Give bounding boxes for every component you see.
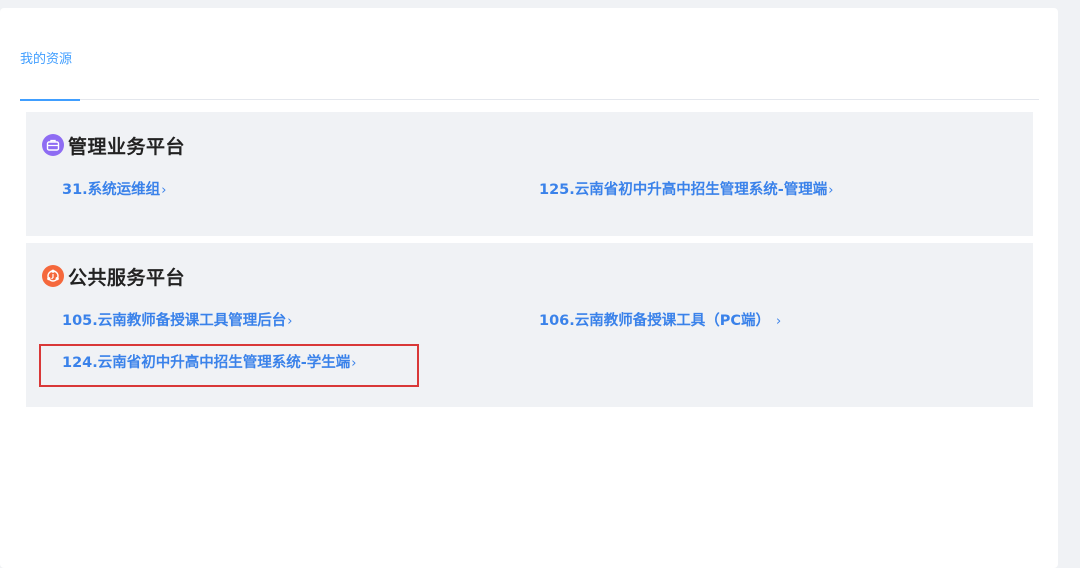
chevron-right-icon: › bbox=[828, 183, 834, 198]
resource-link-teacher-tool-admin[interactable]: 105.云南教师备授课工具管理后台› bbox=[62, 311, 292, 332]
section-header: 管理业务平台 bbox=[42, 132, 185, 158]
briefcase-icon bbox=[42, 134, 64, 156]
chevron-right-icon: › bbox=[161, 183, 167, 198]
tab-my-resources[interactable]: 我的资源 bbox=[20, 50, 80, 101]
link-label: 125.云南省初中升高中招生管理系统-管理端 bbox=[539, 182, 828, 198]
chevron-right-icon: › bbox=[776, 314, 782, 329]
chevron-right-icon: › bbox=[287, 314, 293, 329]
resource-link-admission-admin[interactable]: 125.云南省初中升高中招生管理系统-管理端› bbox=[539, 180, 834, 201]
resource-link-admission-student[interactable]: 124.云南省初中升高中招生管理系统-学生端› bbox=[62, 353, 357, 374]
tab-label: 我的资源 bbox=[20, 52, 73, 67]
active-tab-indicator bbox=[20, 99, 80, 101]
chevron-right-icon: › bbox=[351, 356, 357, 371]
link-label: 106.云南教师备授课工具（PC端） bbox=[539, 313, 771, 329]
section-title: 公共服务平台 bbox=[68, 266, 186, 289]
resource-link-teacher-tool-pc[interactable]: 106.云南教师备授课工具（PC端） › bbox=[539, 311, 781, 332]
service-hub-icon bbox=[42, 265, 64, 287]
tab-bar: 我的资源 bbox=[20, 8, 1039, 101]
link-label: 31.系统运维组 bbox=[62, 182, 161, 198]
link-label: 124.云南省初中升高中招生管理系统-学生端 bbox=[62, 355, 351, 371]
resource-link-system-ops[interactable]: 31.系统运维组› bbox=[62, 180, 166, 201]
section-header: 公共服务平台 bbox=[42, 263, 185, 289]
section-title: 管理业务平台 bbox=[68, 135, 186, 158]
section-management-platform: 管理业务平台 bbox=[26, 112, 1033, 236]
link-label: 105.云南教师备授课工具管理后台 bbox=[62, 313, 287, 329]
